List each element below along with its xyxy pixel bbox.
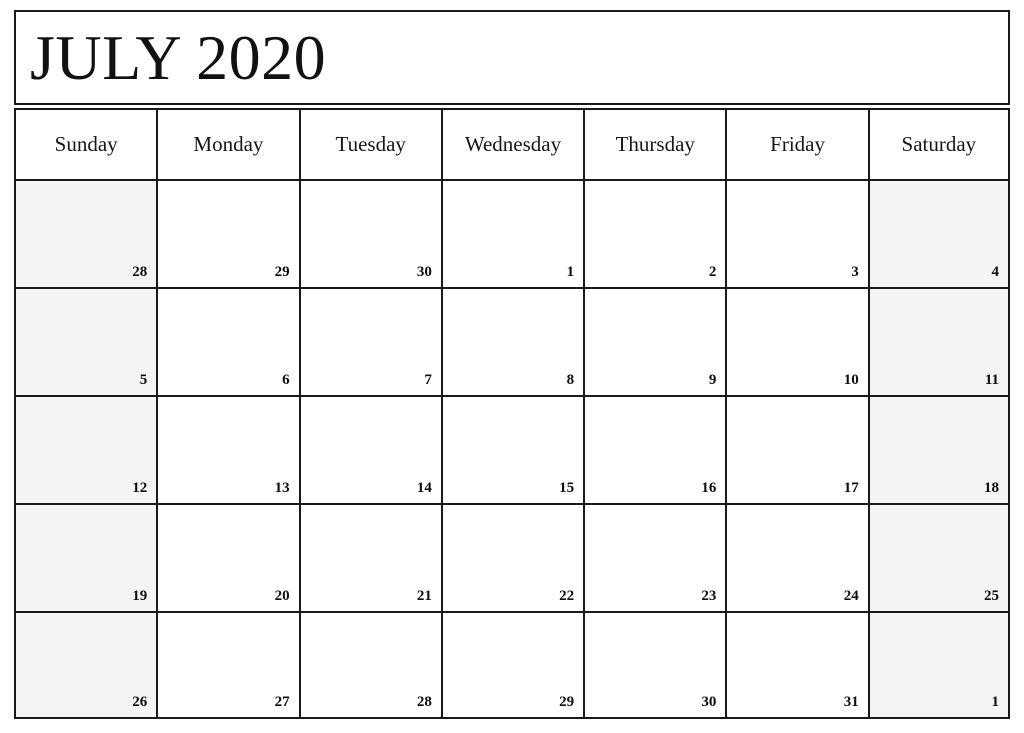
day-number: 30 (416, 264, 432, 280)
day-cell[interactable]: 22 (440, 503, 584, 611)
weekday-header-label: Saturday (901, 132, 977, 156)
day-number: 28 (132, 264, 148, 280)
day-number: 19 (132, 588, 148, 604)
day-cell[interactable]: 11 (867, 287, 1010, 395)
day-number: 29 (559, 694, 575, 710)
day-number: 18 (984, 480, 999, 496)
weekday-header-sun: Sunday (14, 108, 157, 179)
weekday-header-label: Friday (770, 132, 825, 156)
day-number: 9 (708, 372, 717, 388)
day-cell[interactable]: 25 (867, 503, 1010, 611)
day-cell[interactable]: 29 (156, 179, 299, 287)
day-number: 26 (132, 694, 148, 710)
day-cell[interactable]: 12 (14, 395, 157, 503)
day-number: 5 (139, 372, 148, 388)
weekday-header-label: Sunday (54, 132, 118, 156)
calendar-title-banner: JULY 2020 (14, 10, 1010, 105)
day-number: 27 (274, 694, 290, 710)
day-cell[interactable]: 23 (583, 503, 726, 611)
day-cell[interactable]: 30 (298, 179, 441, 287)
day-number: 15 (559, 480, 575, 496)
day-cell[interactable]: 13 (156, 395, 299, 503)
day-cell[interactable]: 1 (867, 611, 1010, 719)
day-number: 31 (843, 694, 859, 710)
day-cell[interactable]: 8 (440, 287, 584, 395)
weekday-header-sat: Saturday (867, 108, 1010, 179)
day-cell[interactable]: 5 (14, 287, 157, 395)
day-number: 6 (282, 372, 290, 388)
day-cell[interactable]: 14 (298, 395, 441, 503)
day-number: 3 (851, 264, 859, 280)
day-cell[interactable]: 15 (440, 395, 584, 503)
weekday-header-label: Thursday (615, 132, 695, 156)
day-number: 23 (701, 588, 717, 604)
day-cell[interactable]: 9 (583, 287, 726, 395)
day-number: 4 (991, 264, 1000, 280)
day-number: 14 (416, 480, 432, 496)
day-number: 22 (559, 588, 575, 604)
weekday-header-label: Tuesday (335, 132, 406, 156)
day-cell[interactable]: 30 (583, 611, 726, 719)
day-number: 2 (708, 264, 717, 280)
day-number: 28 (416, 694, 432, 710)
day-number: 1 (566, 264, 575, 280)
day-cell[interactable]: 7 (298, 287, 441, 395)
day-number: 16 (701, 480, 717, 496)
day-cell[interactable]: 28 (14, 179, 157, 287)
calendar-grid: Sunday Monday Tuesday Wednesday Thursday Frid… (14, 108, 1010, 720)
weekday-header-fri: Friday (725, 108, 868, 179)
calendar-page: JULY 2020 Sunday Monday Tuesday Wednesday Th… (0, 0, 1024, 733)
day-number: 21 (416, 588, 432, 604)
weekday-header-label: Wednesday (464, 132, 562, 156)
day-cell[interactable]: 27 (156, 611, 299, 719)
day-cell[interactable]: 1 (440, 179, 584, 287)
day-number: 10 (843, 372, 859, 388)
weekday-header-mon: Monday (156, 108, 299, 179)
day-cell[interactable]: 21 (298, 503, 441, 611)
day-cell[interactable]: 3 (725, 179, 868, 287)
day-number: 30 (701, 694, 717, 710)
day-cell[interactable]: 2 (583, 179, 726, 287)
day-number: 17 (843, 480, 859, 496)
weekday-header-label: Monday (193, 132, 264, 156)
weekday-header-thu: Thursday (583, 108, 726, 179)
day-cell[interactable]: 28 (298, 611, 441, 719)
day-cell[interactable]: 6 (156, 287, 299, 395)
day-number: 29 (274, 264, 290, 280)
day-cell[interactable]: 29 (440, 611, 584, 719)
day-number: 20 (274, 588, 290, 604)
day-cell[interactable]: 31 (725, 611, 868, 719)
clipped-footer: · · · · · (0, 726, 1024, 733)
day-cell[interactable]: 19 (14, 503, 157, 611)
day-number: 1 (991, 694, 1000, 710)
day-cell[interactable]: 26 (14, 611, 157, 719)
day-number: 7 (424, 372, 432, 388)
day-cell[interactable]: 10 (725, 287, 868, 395)
day-number: 8 (566, 372, 575, 388)
day-number: 12 (132, 480, 148, 496)
day-number: 24 (843, 588, 859, 604)
page-title: JULY 2020 (30, 21, 327, 93)
day-number: 25 (984, 588, 999, 604)
day-cell[interactable]: 18 (867, 395, 1010, 503)
day-cell[interactable]: 24 (725, 503, 868, 611)
day-cell[interactable]: 20 (156, 503, 299, 611)
day-cell[interactable]: 17 (725, 395, 868, 503)
day-cell[interactable]: 4 (867, 179, 1010, 287)
weekday-header-wed: Wednesday (440, 108, 584, 179)
day-number: 13 (274, 480, 290, 496)
clipped-footer-text: · · · · · (492, 726, 532, 733)
day-cell[interactable]: 16 (583, 395, 726, 503)
day-number: 11 (984, 372, 999, 388)
weekday-header-tue: Tuesday (298, 108, 441, 179)
